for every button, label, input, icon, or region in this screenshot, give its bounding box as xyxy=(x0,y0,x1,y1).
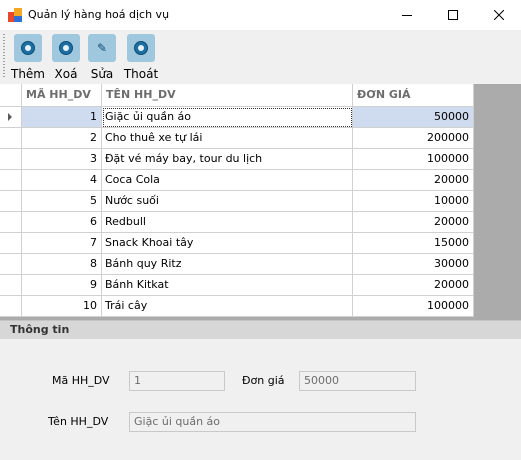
row-header[interactable] xyxy=(0,212,22,233)
cell-ten[interactable]: Đặt vé máy bay, tour du lịch xyxy=(102,149,353,170)
cell-ten[interactable]: Redbull xyxy=(102,212,353,233)
column-header-dongia[interactable]: ĐƠN GIÁ xyxy=(353,84,474,107)
cell-ten[interactable]: Trái cây xyxy=(102,296,353,317)
column-header-ma[interactable]: MÃ HH_DV xyxy=(22,84,102,107)
cell-dongia[interactable]: 200000 xyxy=(353,128,474,149)
cell-dongia[interactable]: 100000 xyxy=(353,149,474,170)
app-icon xyxy=(8,8,22,22)
exit-button-label: Thoát xyxy=(123,67,159,81)
current-row-arrow-icon xyxy=(8,113,12,121)
info-header: Thông tin xyxy=(0,320,521,339)
cell-ma[interactable]: 7 xyxy=(22,233,102,254)
row-header[interactable] xyxy=(0,128,22,149)
add-button-label: Thêm xyxy=(10,67,45,81)
row-header[interactable] xyxy=(0,233,22,254)
camera-icon xyxy=(14,34,42,62)
cell-ten[interactable]: Bánh Kitkat xyxy=(102,275,353,296)
cell-dongia[interactable]: 50000 xyxy=(353,107,474,128)
edit-button[interactable]: ✎ Sửa xyxy=(86,32,118,82)
ten-field[interactable]: Giặc ủi quần áo xyxy=(129,412,416,432)
row-header[interactable] xyxy=(0,107,22,128)
cell-ten[interactable]: Snack Khoai tây xyxy=(102,233,353,254)
maximize-button[interactable] xyxy=(430,0,476,30)
close-icon xyxy=(494,10,504,20)
dongia-field[interactable]: 50000 xyxy=(299,371,416,391)
camera-icon xyxy=(52,34,80,62)
minimize-icon xyxy=(402,15,412,16)
cell-ten[interactable]: Cho thuê xe tự lái xyxy=(102,128,353,149)
cell-dongia[interactable]: 15000 xyxy=(353,233,474,254)
toolbar-grip[interactable] xyxy=(3,34,5,78)
delete-button[interactable]: Xoá xyxy=(50,32,82,82)
cell-ten[interactable]: Bánh quy Ritz xyxy=(102,254,353,275)
cell-ma[interactable]: 1 xyxy=(22,107,102,128)
info-panel: Thông tin Mã HH_DV 1 Đơn giá 50000 Tên H… xyxy=(0,320,521,460)
camera-icon xyxy=(127,34,155,62)
cell-ten[interactable]: Nước suối xyxy=(102,191,353,212)
cell-dongia[interactable]: 20000 xyxy=(353,212,474,233)
cell-ma[interactable]: 5 xyxy=(22,191,102,212)
info-title: Thông tin xyxy=(10,323,70,336)
title-bar: Quản lý hàng hoá dịch vụ xyxy=(0,0,521,30)
cell-ma[interactable]: 8 xyxy=(22,254,102,275)
cell-dongia[interactable]: 30000 xyxy=(353,254,474,275)
edit-button-label: Sửa xyxy=(90,67,114,81)
row-header[interactable] xyxy=(0,191,22,212)
add-button[interactable]: Thêm xyxy=(10,32,46,82)
cell-ma[interactable]: 3 xyxy=(22,149,102,170)
cell-dongia[interactable]: 10000 xyxy=(353,191,474,212)
data-grid[interactable]: MÃ HH_DV TÊN HH_DV ĐƠN GIÁ 1 Giặc ủi quần… xyxy=(0,84,521,320)
row-header[interactable] xyxy=(0,254,22,275)
minimize-button[interactable] xyxy=(384,0,430,30)
cell-ma[interactable]: 2 xyxy=(22,128,102,149)
column-header-ten[interactable]: TÊN HH_DV xyxy=(102,84,353,107)
dongia-label: Đơn giá xyxy=(242,374,285,387)
ma-label: Mã HH_DV xyxy=(52,374,110,387)
cell-ma[interactable]: 9 xyxy=(22,275,102,296)
cell-dongia[interactable]: 20000 xyxy=(353,275,474,296)
cell-ten[interactable]: Giặc ủi quần áo xyxy=(102,107,353,128)
window-title: Quản lý hàng hoá dịch vụ xyxy=(28,8,170,21)
cell-ma[interactable]: 4 xyxy=(22,170,102,191)
row-header[interactable] xyxy=(0,170,22,191)
ma-field[interactable]: 1 xyxy=(129,371,225,391)
row-header[interactable] xyxy=(0,275,22,296)
close-button[interactable] xyxy=(476,0,521,30)
toolbar: Thêm Xoá ✎ Sửa Thoát xyxy=(0,30,521,85)
edit-icon: ✎ xyxy=(88,34,116,62)
exit-button[interactable]: Thoát xyxy=(122,32,160,82)
delete-button-label: Xoá xyxy=(54,67,78,81)
ten-label: Tên HH_DV xyxy=(48,415,109,428)
grid-corner-header[interactable] xyxy=(0,84,22,107)
cell-ten[interactable]: Coca Cola xyxy=(102,170,353,191)
maximize-icon xyxy=(448,10,458,20)
row-header[interactable] xyxy=(0,296,22,317)
row-header[interactable] xyxy=(0,149,22,170)
cell-ma[interactable]: 10 xyxy=(22,296,102,317)
cell-ma[interactable]: 6 xyxy=(22,212,102,233)
cell-dongia[interactable]: 100000 xyxy=(353,296,474,317)
cell-dongia[interactable]: 20000 xyxy=(353,170,474,191)
